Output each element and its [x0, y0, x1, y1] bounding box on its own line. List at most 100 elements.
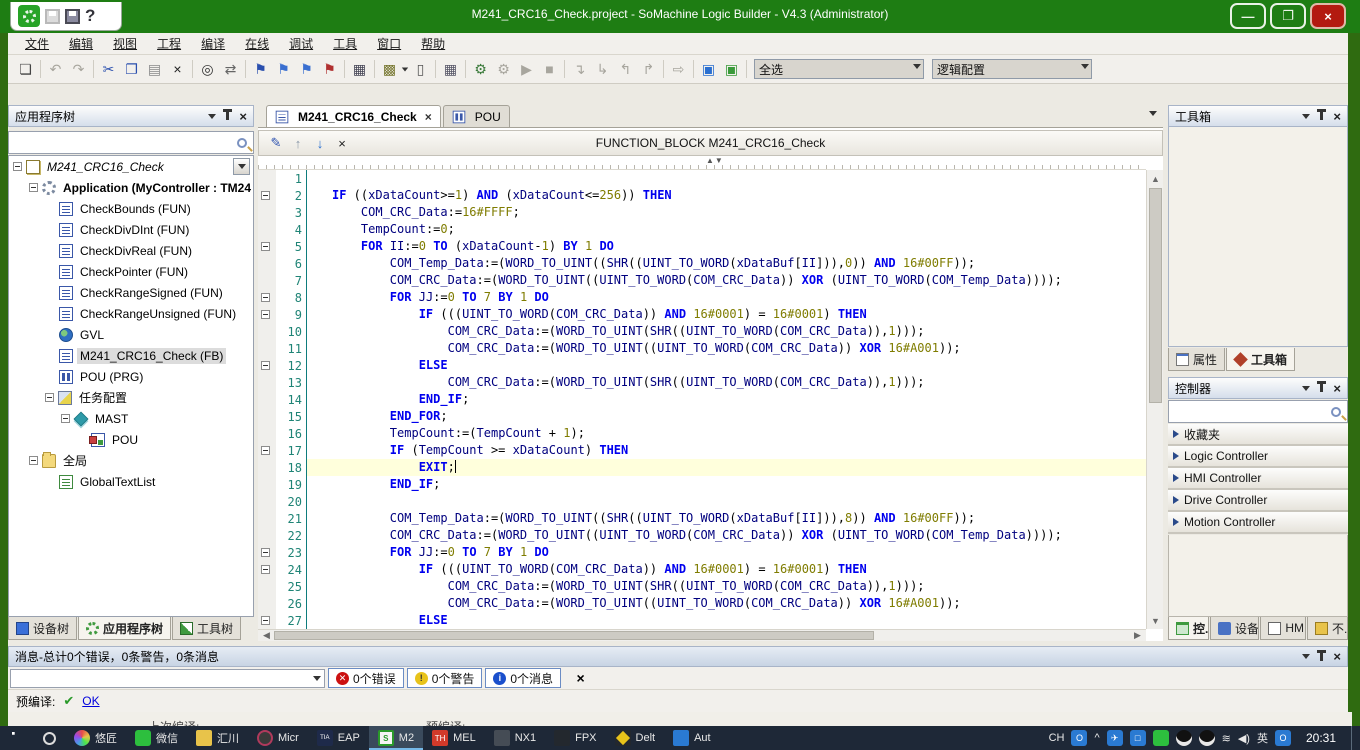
- controller-group-1[interactable]: Logic Controller: [1168, 446, 1348, 468]
- app-fpx[interactable]: FPX: [545, 726, 605, 750]
- filter-info-button[interactable]: i0个消息: [485, 668, 561, 688]
- collapse-icon[interactable]: [261, 310, 270, 319]
- app-microsoft[interactable]: Micr: [248, 726, 308, 750]
- menu-item-4[interactable]: 编译: [192, 33, 234, 54]
- delete-icon[interactable]: ×: [166, 58, 189, 80]
- move-down-icon[interactable]: ↓: [309, 133, 331, 153]
- tray-wechat-icon[interactable]: [1153, 730, 1169, 746]
- code-text[interactable]: END_IF;: [306, 476, 1146, 493]
- move-up-icon[interactable]: ↑: [287, 133, 309, 153]
- paste-special-icon[interactable]: ▦: [348, 58, 371, 80]
- cut-icon[interactable]: ✂: [97, 58, 120, 80]
- app-huichuan[interactable]: 汇川: [187, 726, 248, 750]
- code-text[interactable]: COM_Temp_Data:=(WORD_TO_UINT((SHR((UINT_…: [306, 510, 1146, 527]
- paste-icon[interactable]: ▤: [143, 58, 166, 80]
- tree-item[interactable]: CheckDivReal (FUN): [9, 240, 253, 261]
- code-text[interactable]: IF (((UINT_TO_WORD(COM_CRC_Data)) AND 16…: [306, 306, 1146, 323]
- code-text[interactable]: EXIT;: [306, 459, 1146, 476]
- code-text[interactable]: IF ((xDataCount>=1) AND (xDataCount<=256…: [306, 187, 1146, 204]
- scroll-down-icon[interactable]: ▼: [1148, 613, 1163, 628]
- dropdown-caret-icon[interactable]: [402, 67, 408, 71]
- tray-network[interactable]: ≋: [1222, 732, 1231, 745]
- restore-button[interactable]: ❐: [1270, 3, 1306, 29]
- collapse-icon[interactable]: [261, 565, 270, 574]
- controller-group-0[interactable]: 收藏夹: [1168, 424, 1348, 446]
- menu-item-0[interactable]: 文件: [16, 33, 58, 54]
- scroll-right-icon[interactable]: ▶: [1130, 630, 1145, 640]
- controller-group-4[interactable]: Motion Controller: [1168, 512, 1348, 534]
- menu-item-3[interactable]: 工程: [148, 33, 190, 54]
- right-tab-1[interactable]: 设备..: [1210, 617, 1259, 640]
- fold-gutter[interactable]: [258, 578, 276, 595]
- replace-icon[interactable]: ⇄: [219, 58, 242, 80]
- step-return-icon[interactable]: ↱: [637, 58, 660, 80]
- menu-item-7[interactable]: 工具: [324, 33, 366, 54]
- bookmark-next-icon[interactable]: ⚑: [272, 58, 295, 80]
- fold-gutter[interactable]: [258, 272, 276, 289]
- close-button[interactable]: ×: [1310, 3, 1346, 29]
- tree-item[interactable]: GVL: [9, 324, 253, 345]
- tray-qq1-icon[interactable]: [1176, 730, 1192, 746]
- collapse-icon[interactable]: [261, 242, 270, 251]
- tree-item[interactable]: CheckDivDInt (FUN): [9, 219, 253, 240]
- code-text[interactable]: COM_CRC_Data:=(WORD_TO_UINT((UINT_TO_WOR…: [306, 595, 1146, 612]
- expander-icon[interactable]: [61, 414, 70, 423]
- stop-icon[interactable]: ■: [538, 58, 561, 80]
- left-tab-2[interactable]: 工具树: [172, 617, 241, 640]
- fold-gutter[interactable]: [258, 425, 276, 442]
- code-text[interactable]: IF (TempCount >= xDataCount) THEN: [306, 442, 1146, 459]
- fold-gutter[interactable]: [258, 221, 276, 238]
- app-youjiang[interactable]: 悠匠: [65, 726, 126, 750]
- code-area[interactable]: 12IF ((xDataCount>=1) AND (xDataCount<=2…: [258, 170, 1146, 629]
- start-icon[interactable]: ▶: [515, 58, 538, 80]
- message-category-combo[interactable]: [10, 669, 325, 688]
- panel-menu-icon[interactable]: [208, 114, 216, 119]
- code-text[interactable]: FOR JJ:=0 TO 7 BY 1 DO: [306, 289, 1146, 306]
- toolbox-tab-1[interactable]: 工具箱: [1226, 348, 1295, 371]
- tray-app2-icon[interactable]: □: [1130, 730, 1146, 746]
- fold-gutter[interactable]: [258, 289, 276, 306]
- vertical-scroll-thumb[interactable]: [1149, 188, 1162, 403]
- app-nx[interactable]: NX1: [485, 726, 545, 750]
- new-object-icon[interactable]: ▩: [378, 58, 401, 80]
- code-text[interactable]: COM_CRC_Data:=16#FFFF;: [306, 204, 1146, 221]
- fold-gutter[interactable]: [258, 408, 276, 425]
- controller-group-3[interactable]: Drive Controller: [1168, 490, 1348, 512]
- expander-icon[interactable]: [45, 393, 54, 402]
- step-into-icon[interactable]: ↳: [591, 58, 614, 80]
- collapse-icon[interactable]: [261, 446, 270, 455]
- filter-warning-button[interactable]: !0个警告: [407, 668, 483, 688]
- code-text[interactable]: COM_CRC_Data:=(WORD_TO_UINT((UINT_TO_WOR…: [306, 527, 1146, 544]
- collapse-icon[interactable]: [261, 361, 270, 370]
- tree-item[interactable]: CheckPointer (FUN): [9, 261, 253, 282]
- delete-line-icon[interactable]: ×: [331, 133, 353, 153]
- code-text[interactable]: COM_CRC_Data:=(WORD_TO_UINT((UINT_TO_WOR…: [306, 340, 1146, 357]
- tree-dropdown-icon[interactable]: [233, 158, 250, 175]
- menu-item-2[interactable]: 视图: [104, 33, 146, 54]
- horizontal-scroll-thumb[interactable]: [274, 631, 874, 640]
- app-delta[interactable]: Delt: [606, 726, 665, 750]
- filter-error-button[interactable]: ✕0个错误: [328, 668, 404, 688]
- fold-gutter[interactable]: [258, 510, 276, 527]
- monitor-device-icon[interactable]: ▣: [697, 58, 720, 80]
- code-text[interactable]: IF (((UINT_TO_WORD(COM_CRC_Data)) AND 16…: [306, 561, 1146, 578]
- panel-menu-icon[interactable]: [1302, 114, 1310, 119]
- build-icon[interactable]: ▦: [439, 58, 462, 80]
- tray-qq2-icon[interactable]: [1199, 730, 1215, 746]
- tab-list-icon[interactable]: [1149, 111, 1157, 116]
- undo-icon[interactable]: ↶: [44, 58, 67, 80]
- pin-icon[interactable]: [1320, 384, 1323, 392]
- find-icon[interactable]: ◎: [196, 58, 219, 80]
- code-text[interactable]: ELSE: [306, 357, 1146, 374]
- code-text[interactable]: FOR JJ:=0 TO 7 BY 1 DO: [306, 544, 1146, 561]
- app-wechat[interactable]: 微信: [126, 726, 187, 750]
- vertical-scrollbar[interactable]: ▲ ▼: [1146, 170, 1163, 629]
- collapse-icon[interactable]: [261, 191, 270, 200]
- code-text[interactable]: END_FOR;: [306, 408, 1146, 425]
- monitor-app-icon[interactable]: ▣: [720, 58, 743, 80]
- tree-item[interactable]: POU: [9, 429, 253, 450]
- logout-icon[interactable]: ⚙: [492, 58, 515, 80]
- fold-gutter[interactable]: [258, 612, 276, 629]
- fold-gutter[interactable]: [258, 595, 276, 612]
- collapse-icon[interactable]: [261, 293, 270, 302]
